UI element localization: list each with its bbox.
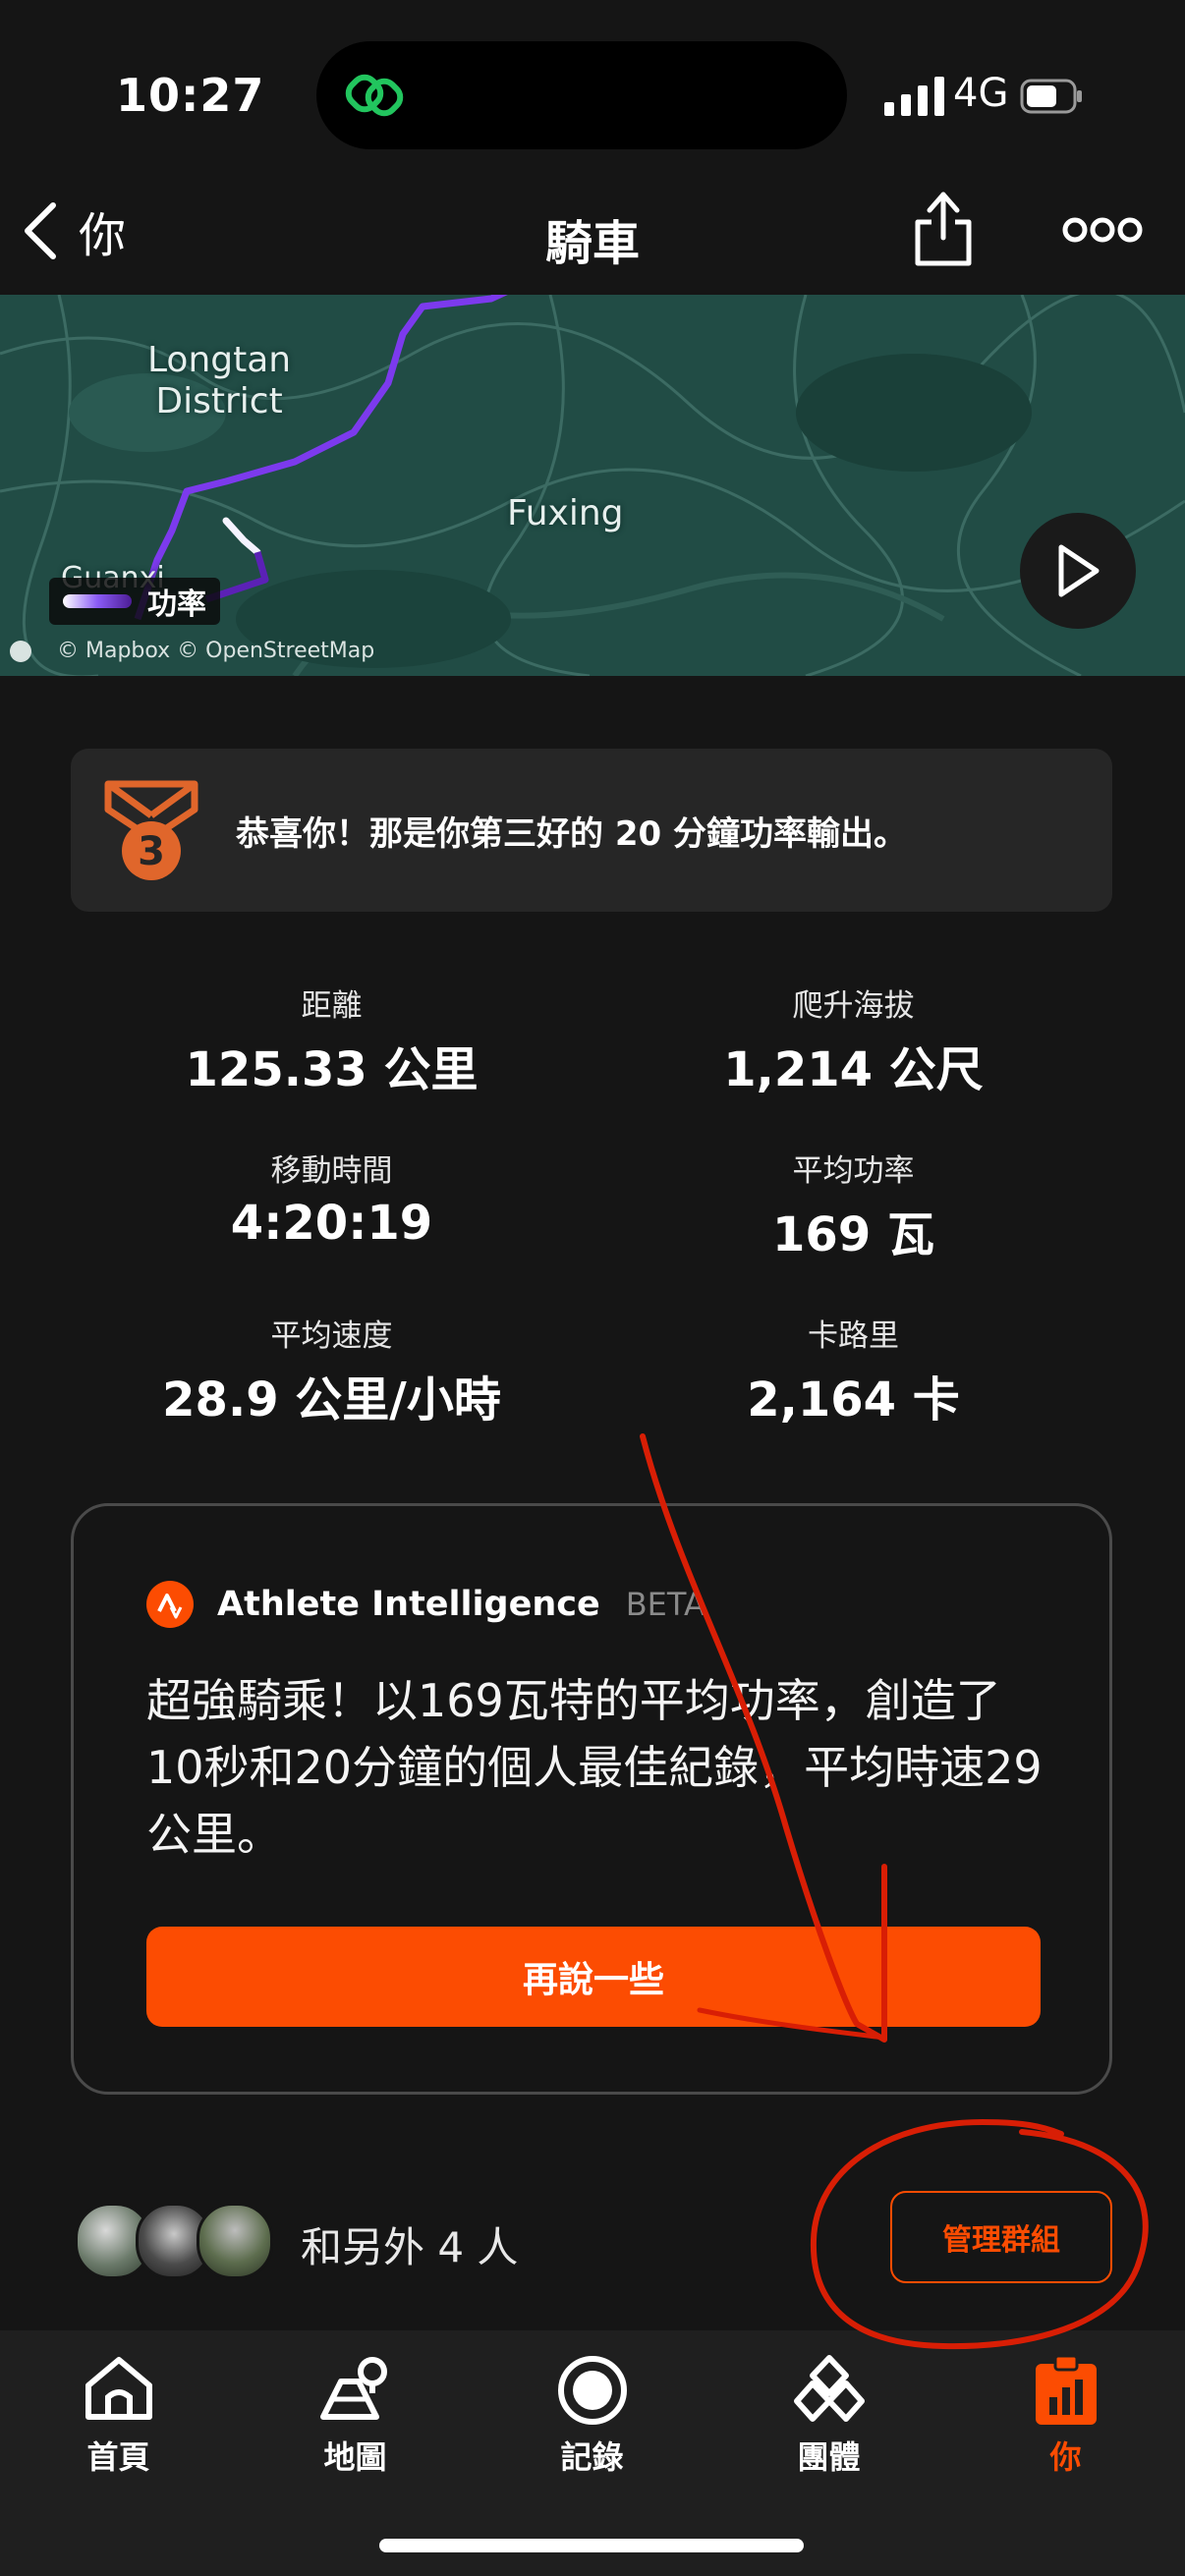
stat-label: 移動時間 [270,1153,393,1189]
play-icon [1058,544,1100,597]
status-time: 10:27 [116,69,265,122]
stat-label: 平均速度 [270,1318,393,1354]
tab-label: 首頁 [86,2438,150,2476]
stat-value: 4:20:19 [230,1196,433,1251]
you-icon [1036,2354,1097,2425]
signal-icon [884,77,944,116]
map-attribution[interactable]: © Mapbox © OpenStreetMap [10,639,374,663]
tab-record[interactable]: 記錄 [474,2330,710,2478]
power-gradient-bar [63,594,132,608]
home-indicator [379,2539,804,2552]
back-button[interactable]: 你 [22,196,140,265]
map-icon [320,2357,387,2420]
stat-elevation: 爬升海拔 1,214 公尺 [557,980,1150,1099]
back-label: 你 [79,208,127,263]
athlete-intelligence-card: Athlete Intelligence BETA 超強騎乘！以169瓦特的平均… [71,1503,1112,2095]
share-icon[interactable] [908,189,979,269]
tab-maps[interactable]: 地圖 [237,2330,474,2478]
attribution-text: © Mapbox © OpenStreetMap [57,639,375,663]
play-flyover-button[interactable] [1020,513,1136,629]
network-type: 4G [953,71,1009,116]
tab-home[interactable]: 首頁 [0,2330,237,2478]
svg-text:3: 3 [138,829,165,874]
tab-groups[interactable]: 團體 [710,2330,947,2478]
map-label-longtan: Longtan District [147,340,292,421]
avatar[interactable] [197,2203,273,2279]
tab-label: 記錄 [560,2438,624,2476]
stat-value: 125.33 公里 [185,1042,479,1097]
stat-distance: 距離 125.33 公里 [35,980,628,1099]
stat-label: 爬升海拔 [792,988,915,1024]
page-title: 騎車 [544,216,640,271]
mapbox-logo-icon [10,640,31,662]
groups-icon [794,2355,865,2422]
tab-label: 地圖 [323,2438,387,2476]
ai-title: Athlete Intelligence [217,1585,600,1624]
stat-value: 28.9 公里/小時 [162,1372,501,1428]
tell-me-more-button[interactable]: 再說一些 [146,1927,1041,2027]
home-icon [85,2357,152,2420]
tab-you[interactable]: 你 [947,2330,1184,2478]
power-legend-label: 功率 [147,588,206,622]
stat-label: 距離 [301,988,363,1024]
stat-moving-time: 移動時間 4:20:19 [35,1146,628,1251]
stat-calories: 卡路里 2,164 卡 [557,1311,1150,1429]
ai-header: Athlete Intelligence BETA [146,1581,705,1628]
tab-label: 你 [1049,2438,1082,2476]
ai-summary-text: 超強騎乘！以169瓦特的平均功率，創造了10秒和20分鐘的個人最佳紀錄，平均時速… [146,1674,1043,1861]
map-label-fuxing: Fuxing [507,493,624,533]
battery-icon [1020,79,1082,114]
achievement-text: 恭喜你！那是你第三好的 20 分鐘功率輸出。 [236,813,907,854]
manage-group-button[interactable]: 管理群組 [890,2191,1112,2283]
stat-label: 卡路里 [808,1318,899,1354]
more-options-icon[interactable] [1061,208,1144,252]
route-map[interactable]: Longtan District Fuxing Guanxi 功率 © Mapb… [0,295,1185,676]
stat-label: 平均功率 [792,1153,915,1189]
tab-label: 團體 [797,2438,861,2476]
stat-value: 2,164 卡 [747,1372,960,1428]
stat-avg-power: 平均功率 169 瓦 [557,1146,1150,1264]
stat-value: 169 瓦 [772,1207,934,1262]
strava-logo-icon [146,1581,194,1628]
link-app-icon [345,74,404,117]
bronze-medal-icon: 3 [104,780,198,880]
dynamic-island [316,41,847,149]
beta-badge: BETA [625,1586,705,1623]
stat-avg-speed: 平均速度 28.9 公里/小時 [35,1311,628,1429]
chevron-left-icon [25,202,56,259]
stat-value: 1,214 公尺 [723,1042,984,1097]
record-icon [558,2356,627,2425]
power-legend: 功率 [49,578,220,625]
group-members-text[interactable]: 和另外 4 人 [301,2214,518,2274]
achievement-banner[interactable]: 3 恭喜你！那是你第三好的 20 分鐘功率輸出。 [71,749,1112,912]
